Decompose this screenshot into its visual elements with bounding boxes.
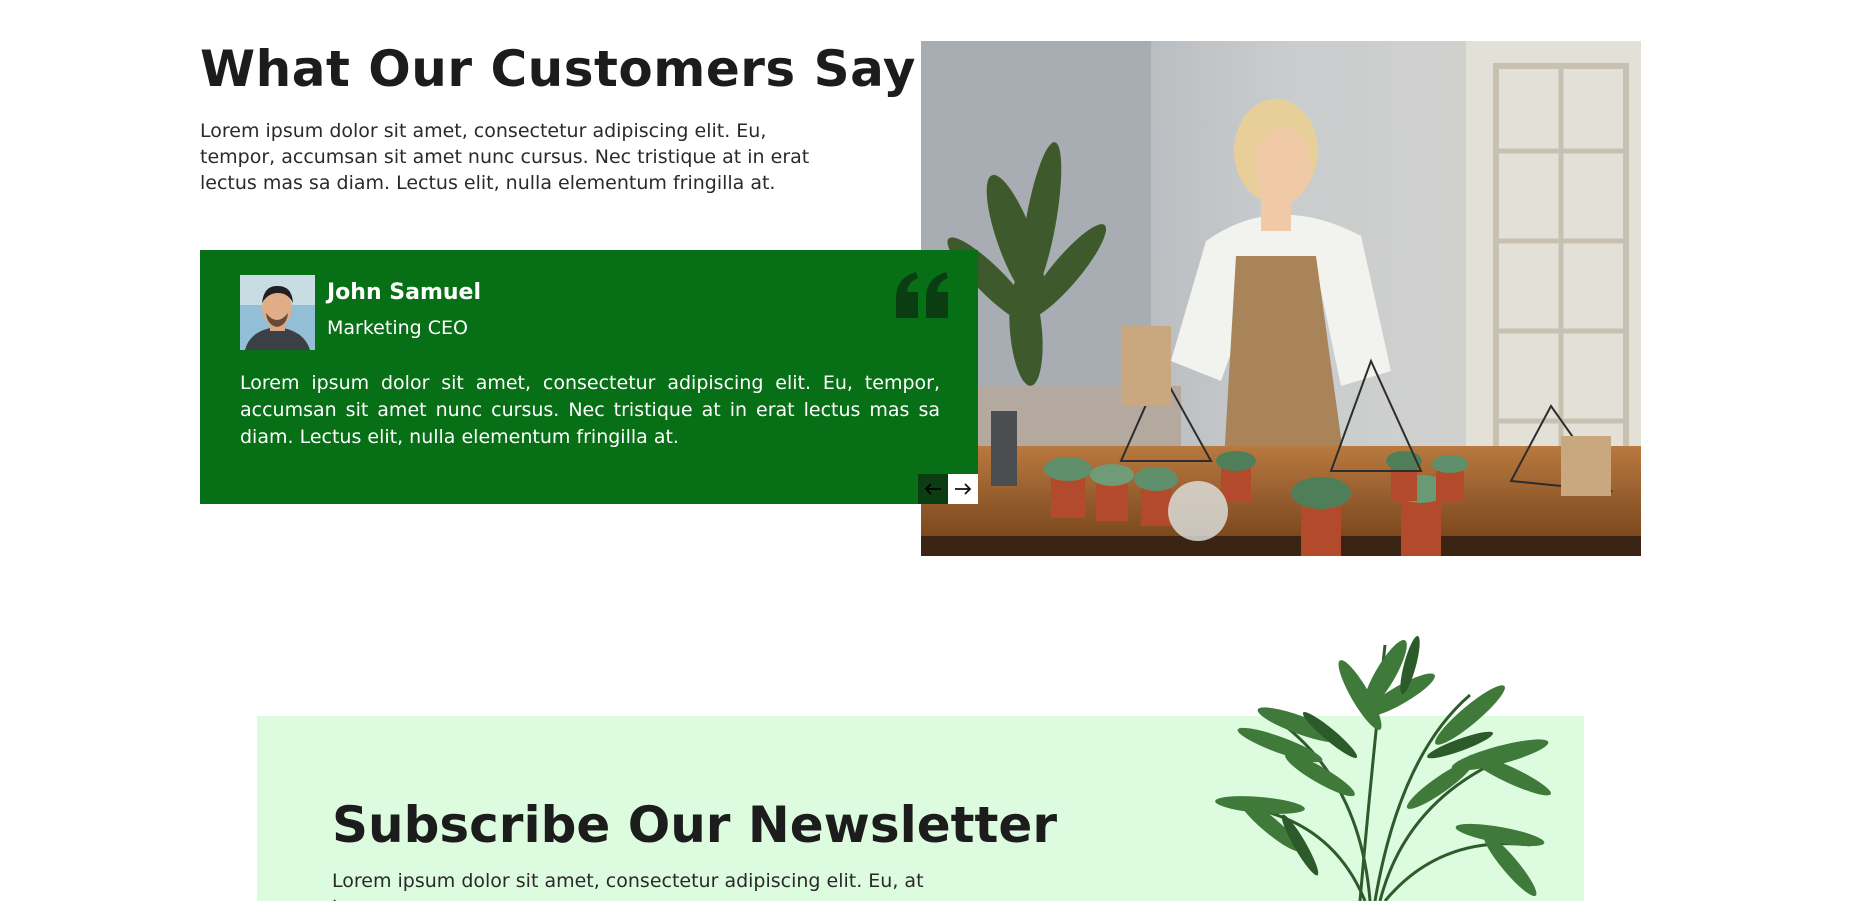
palm-plant-image	[1210, 635, 1570, 901]
prev-testimonial-button[interactable]	[918, 474, 948, 504]
florist-photo	[921, 41, 1641, 556]
testimonials-intro: Lorem ipsum dolor sit amet, consectetur …	[200, 120, 810, 194]
arrow-left-icon	[924, 483, 941, 495]
avatar	[240, 275, 315, 350]
newsletter-title: Subscribe Our Newsletter	[332, 796, 1057, 854]
testimonial-role: Marketing CEO	[327, 317, 468, 339]
newsletter-text: Lorem ipsum dolor sit amet, consectetur …	[332, 870, 924, 901]
arrow-right-icon	[955, 483, 972, 495]
testimonial-card: John Samuel Marketing CEO Lorem ipsum do…	[200, 250, 978, 504]
quote-icon	[896, 272, 950, 318]
testimonial-name: John Samuel	[327, 280, 482, 305]
testimonials-title: What Our Customers Say	[200, 40, 916, 98]
testimonials-section: What Our Customers Say Lorem ipsum dolor…	[0, 0, 1858, 600]
next-testimonial-button[interactable]	[948, 474, 978, 504]
testimonial-text: Lorem ipsum dolor sit amet, consectetur …	[240, 372, 940, 448]
